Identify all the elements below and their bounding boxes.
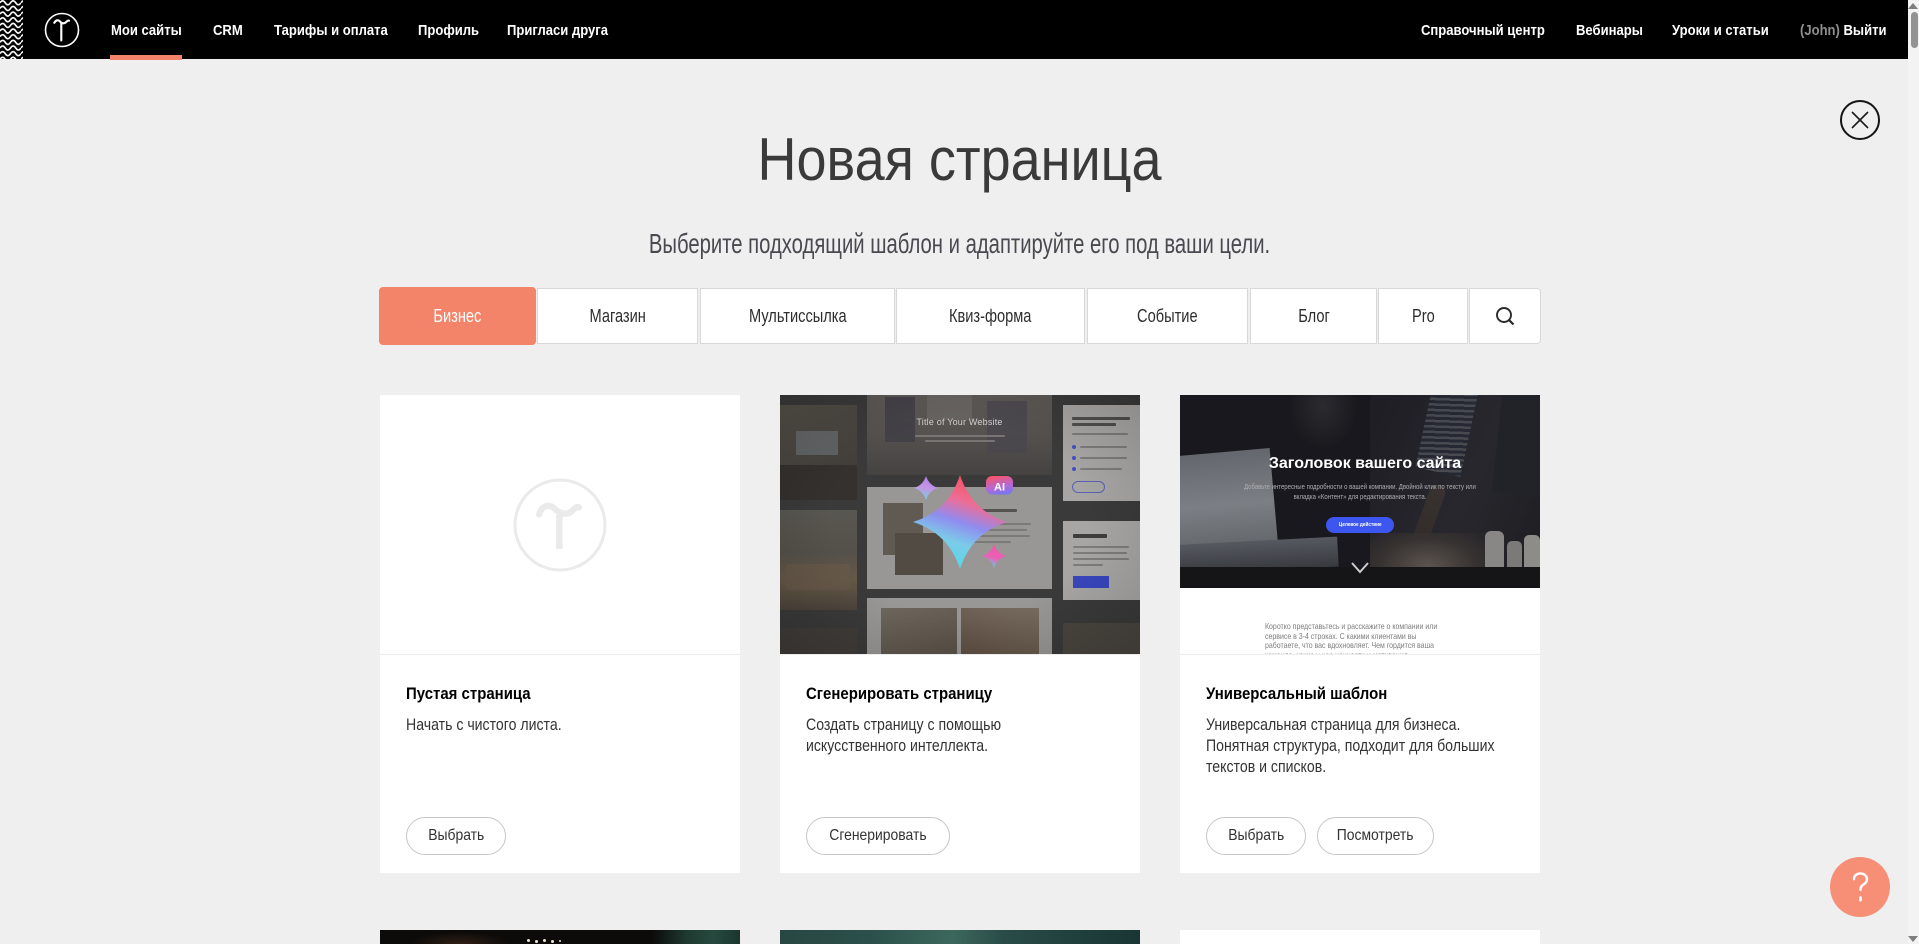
svg-text:AI: AI <box>994 482 1005 494</box>
